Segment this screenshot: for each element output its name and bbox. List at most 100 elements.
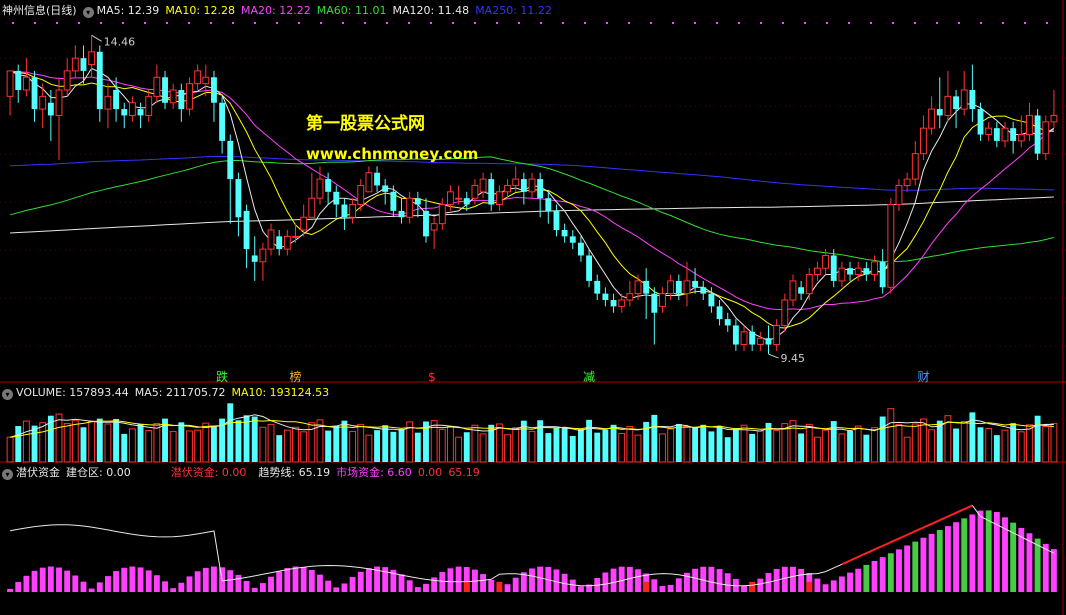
candle-body bbox=[113, 90, 120, 110]
marker-dot bbox=[606, 22, 608, 24]
candle-body bbox=[887, 204, 895, 288]
volume-bar bbox=[227, 403, 234, 462]
volume-bar bbox=[740, 424, 748, 463]
toggle-icon[interactable]: ▾ bbox=[2, 389, 13, 400]
stock-chart[interactable]: 14.46 9.45 跌 榜 $ 减 财 bbox=[0, 0, 1066, 615]
fund-bar bbox=[431, 577, 438, 592]
event-marker: $ bbox=[428, 370, 436, 384]
fund-bar bbox=[129, 566, 136, 592]
candle-body bbox=[325, 179, 332, 192]
fund-bar bbox=[822, 584, 829, 592]
fund-bar bbox=[977, 510, 984, 592]
fund-bar bbox=[455, 566, 462, 592]
marker-dot bbox=[386, 22, 388, 24]
marker-dot bbox=[562, 22, 564, 24]
fund-bar bbox=[170, 588, 177, 592]
candle-body bbox=[960, 89, 968, 110]
fund-bar bbox=[920, 537, 927, 592]
marker-dot bbox=[958, 22, 960, 24]
candle-body bbox=[178, 90, 185, 110]
high-pointer bbox=[91, 34, 102, 42]
candle-body bbox=[977, 109, 984, 135]
candle-body bbox=[137, 109, 144, 116]
toggle-icon[interactable]: ▾ bbox=[82, 7, 94, 18]
fund-bar bbox=[47, 566, 54, 592]
volume-bar bbox=[887, 408, 895, 463]
candle-body bbox=[871, 261, 878, 276]
volume-bar bbox=[333, 425, 340, 462]
marker-dot bbox=[254, 22, 256, 24]
candle-body bbox=[276, 236, 283, 250]
fund-bar bbox=[879, 557, 886, 592]
fund-bar bbox=[1050, 549, 1057, 592]
volume-bar bbox=[31, 425, 38, 462]
volume-bar bbox=[145, 430, 153, 463]
volume-bar bbox=[602, 429, 609, 462]
candle-body bbox=[267, 229, 275, 250]
volume-header: ▾ VOLUME: 157893.44 MA5: 211705.72 MA10: 19… bbox=[2, 386, 335, 400]
candle-body bbox=[854, 267, 862, 276]
fund-bar bbox=[887, 553, 894, 592]
fund-bar bbox=[871, 560, 878, 592]
fund-bar bbox=[64, 570, 71, 592]
fund-bar bbox=[944, 526, 951, 592]
volume-bar bbox=[586, 419, 593, 462]
volume-bar bbox=[545, 433, 552, 462]
candle-body bbox=[349, 204, 357, 218]
fund-bar bbox=[145, 570, 152, 592]
toggle-icon[interactable]: ▾ bbox=[2, 469, 13, 480]
volume-bar bbox=[993, 435, 1000, 462]
fund-bar bbox=[186, 576, 193, 592]
candle-body bbox=[903, 178, 911, 186]
marker-dot bbox=[364, 22, 366, 24]
fund-bar bbox=[423, 583, 429, 592]
candle-body bbox=[333, 191, 340, 205]
volume-bar bbox=[63, 423, 71, 463]
volume-bar bbox=[15, 426, 22, 462]
volume-bar bbox=[113, 419, 120, 462]
volume-bar bbox=[854, 425, 862, 463]
marker-dot bbox=[892, 22, 894, 24]
volume-bar bbox=[1017, 431, 1025, 463]
marker-dot bbox=[936, 22, 938, 24]
fund-bar bbox=[178, 582, 185, 592]
volume-bar bbox=[504, 434, 511, 463]
fund-bar bbox=[300, 567, 307, 592]
candle-body bbox=[577, 242, 584, 256]
candle-body bbox=[80, 58, 87, 71]
marker-dot bbox=[232, 22, 234, 24]
volume-bar bbox=[708, 431, 715, 462]
fund-bar bbox=[211, 566, 217, 592]
fund-bar bbox=[96, 582, 103, 592]
candle-body bbox=[153, 76, 161, 97]
candle-body bbox=[716, 306, 723, 320]
candle-body bbox=[128, 102, 136, 116]
candle-body bbox=[71, 57, 79, 72]
fund-bar bbox=[268, 576, 274, 592]
candle-body bbox=[813, 267, 821, 276]
marker-dot bbox=[298, 22, 300, 24]
build-zone-label: 建仓区: 0.00 bbox=[66, 466, 131, 479]
hidden-fund-bar bbox=[496, 581, 503, 592]
fund-bar bbox=[928, 533, 935, 592]
volume-bar bbox=[259, 426, 267, 463]
candle-body bbox=[569, 236, 576, 243]
fund-bar bbox=[724, 573, 731, 592]
fund-bar bbox=[741, 585, 747, 592]
marker-dot bbox=[210, 22, 212, 24]
volume-bar bbox=[357, 423, 365, 463]
chart-title: 神州信息(日线) bbox=[2, 4, 77, 17]
volume-bar bbox=[651, 414, 658, 462]
candle-body bbox=[455, 197, 463, 200]
fund-bar bbox=[284, 568, 291, 592]
volume-bar bbox=[724, 437, 731, 462]
volume-bar bbox=[300, 431, 308, 463]
fund-bar bbox=[716, 569, 723, 592]
volume-bar bbox=[692, 427, 699, 462]
price-header: 神州信息(日线) ▾ MA5: 12.39 MA10: 12.28 MA20: 12.2… bbox=[2, 4, 558, 18]
marker-dot bbox=[870, 22, 872, 24]
fund-bar bbox=[105, 576, 111, 592]
candle-body bbox=[55, 89, 63, 116]
candle-body bbox=[789, 280, 797, 301]
fund-bar bbox=[414, 587, 421, 592]
